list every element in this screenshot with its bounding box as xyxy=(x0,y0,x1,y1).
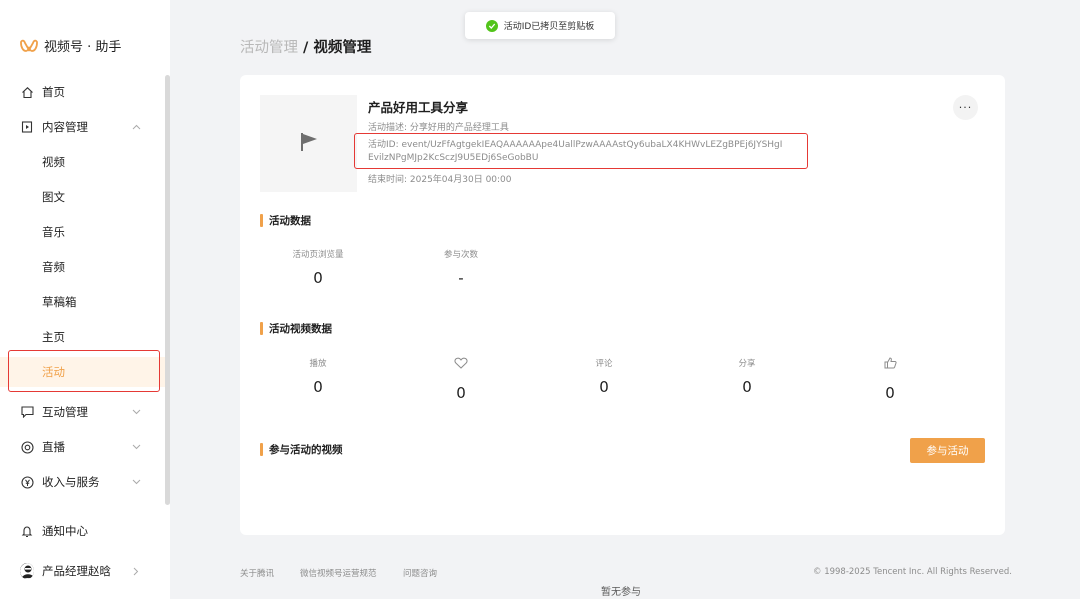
chevron-down-icon xyxy=(131,442,141,452)
nav-income-label: 收入与服务 xyxy=(42,475,100,489)
bottom-status-text: 暂无参与 xyxy=(601,587,641,598)
event-end-time: 结束时间: 2025年04月30日 00:00 xyxy=(368,175,512,185)
sidebar-scrollbar[interactable] xyxy=(165,75,170,505)
stat-value: 0 xyxy=(885,384,895,402)
avatar xyxy=(20,563,34,579)
nav-audio[interactable]: 音频 xyxy=(0,252,170,282)
nav-live[interactable]: 直播 xyxy=(0,432,170,462)
sidebar: 视频号 · 助手 首页 内容管理 视频 图文 音乐 音频 草稿箱 主页 活动 互… xyxy=(0,0,170,599)
stat-label: 活动页浏览量 xyxy=(292,250,344,260)
stat-label: 评论 xyxy=(595,359,613,369)
chevron-up-icon xyxy=(131,122,141,132)
channels-logo-icon xyxy=(20,39,38,53)
nav-drafts[interactable]: 草稿箱 xyxy=(0,287,170,317)
footer-link-about[interactable]: 关于腾讯 xyxy=(240,567,274,579)
nav-user[interactable]: 产品经理赵晗 xyxy=(0,556,170,586)
activity-thumbnail xyxy=(260,95,357,192)
page-title: 视频管理 xyxy=(313,40,372,56)
breadcrumb: 活动管理 / 视频管理 xyxy=(240,36,371,57)
section-accent-bar xyxy=(260,322,263,335)
more-button[interactable]: ··· xyxy=(953,95,978,120)
flag-icon xyxy=(298,131,320,156)
stat-value: - xyxy=(458,269,464,287)
heart-icon xyxy=(411,356,511,370)
check-circle-icon xyxy=(485,19,498,32)
stat-likes: 0 xyxy=(411,356,511,402)
yuan-icon xyxy=(20,475,34,489)
message-icon xyxy=(20,405,34,419)
stat-thumbs: 0 xyxy=(840,356,940,402)
nav-video-label: 视频 xyxy=(42,155,65,169)
nav-drafts-label: 草稿箱 xyxy=(42,295,77,309)
stat-label: 参与次数 xyxy=(443,250,478,260)
thumbs-up-icon xyxy=(840,356,940,370)
breadcrumb-sep: / xyxy=(298,40,314,56)
activity-card: 产品好用工具分享 活动描述: 分享好用的产品经理工具 活动ID: event/U… xyxy=(240,75,1005,535)
stat-value: 0 xyxy=(599,378,609,396)
section-video-data: 活动视频数据 xyxy=(260,321,332,336)
stat-label: 分享 xyxy=(738,359,756,369)
section-accent-bar xyxy=(260,443,263,456)
event-description: 活动描述: 分享好用的产品经理工具 xyxy=(368,123,509,133)
section-accent-bar xyxy=(260,214,263,227)
nav-homepage[interactable]: 主页 xyxy=(0,322,170,352)
chevron-down-icon xyxy=(131,477,141,487)
nav-homepage-label: 主页 xyxy=(42,330,65,344)
section-participating-videos: 参与活动的视频 xyxy=(260,442,343,457)
stat-value: 0 xyxy=(742,378,752,396)
nav-content[interactable]: 内容管理 xyxy=(0,112,170,142)
stat-value: 0 xyxy=(456,384,466,402)
nav-income[interactable]: 收入与服务 xyxy=(0,467,170,497)
activity-highlight-box xyxy=(8,350,160,392)
join-activity-button[interactable]: 参与活动 xyxy=(910,438,985,463)
nav-interaction[interactable]: 互动管理 xyxy=(0,397,170,427)
stat-participations: 参与次数 - xyxy=(411,247,511,287)
nav-interaction-label: 互动管理 xyxy=(42,405,88,419)
stat-plays: 播放 0 xyxy=(268,356,368,396)
brand-name: 视频号 · 助手 xyxy=(44,40,122,55)
footer-link-help[interactable]: 问题咨询 xyxy=(403,567,437,579)
nav-notifications[interactable]: 通知中心 xyxy=(0,516,170,546)
nav-home[interactable]: 首页 xyxy=(0,77,170,107)
nav-music[interactable]: 音乐 xyxy=(0,217,170,247)
live-icon xyxy=(20,440,34,454)
brand[interactable]: 视频号 · 助手 xyxy=(20,36,121,55)
section-activity-data: 活动数据 xyxy=(260,213,311,228)
document-icon xyxy=(20,120,34,134)
footer-copyright: © 1998-2025 Tencent Inc. All Rights Rese… xyxy=(813,567,1012,577)
nav-notifications-label: 通知中心 xyxy=(42,524,88,538)
nav-article[interactable]: 图文 xyxy=(0,182,170,212)
section-title: 活动数据 xyxy=(269,215,311,227)
stat-comments: 评论 0 xyxy=(554,356,654,396)
copy-toast: 活动ID已拷贝至剪贴板 xyxy=(465,12,615,39)
user-avatar-wrap xyxy=(20,563,34,579)
stat-shares: 分享 0 xyxy=(697,356,797,396)
nav-music-label: 音乐 xyxy=(42,225,65,239)
event-id-highlight-box xyxy=(354,133,808,169)
stat-label: 播放 xyxy=(309,359,327,369)
event-title: 产品好用工具分享 xyxy=(368,100,469,115)
home-icon xyxy=(20,85,34,99)
breadcrumb-parent[interactable]: 活动管理 xyxy=(240,40,298,56)
nav-content-label: 内容管理 xyxy=(42,120,88,134)
section-title: 参与活动的视频 xyxy=(269,444,343,456)
nav-home-label: 首页 xyxy=(42,85,65,99)
section-title: 活动视频数据 xyxy=(269,323,332,335)
toast-text: 活动ID已拷贝至剪贴板 xyxy=(503,22,595,32)
nav-article-label: 图文 xyxy=(42,190,65,204)
chevron-right-icon xyxy=(131,566,141,576)
bell-icon xyxy=(20,524,34,538)
nav-audio-label: 音频 xyxy=(42,260,65,274)
stat-value: 0 xyxy=(313,269,323,287)
stat-page-views: 活动页浏览量 0 xyxy=(268,247,368,287)
nav-user-label: 产品经理赵晗 xyxy=(42,564,111,578)
stat-value: 0 xyxy=(313,378,323,396)
nav-video[interactable]: 视频 xyxy=(0,147,170,177)
chevron-down-icon xyxy=(131,407,141,417)
nav-live-label: 直播 xyxy=(42,440,65,454)
footer-link-rules[interactable]: 微信视频号运营规范 xyxy=(300,567,377,579)
